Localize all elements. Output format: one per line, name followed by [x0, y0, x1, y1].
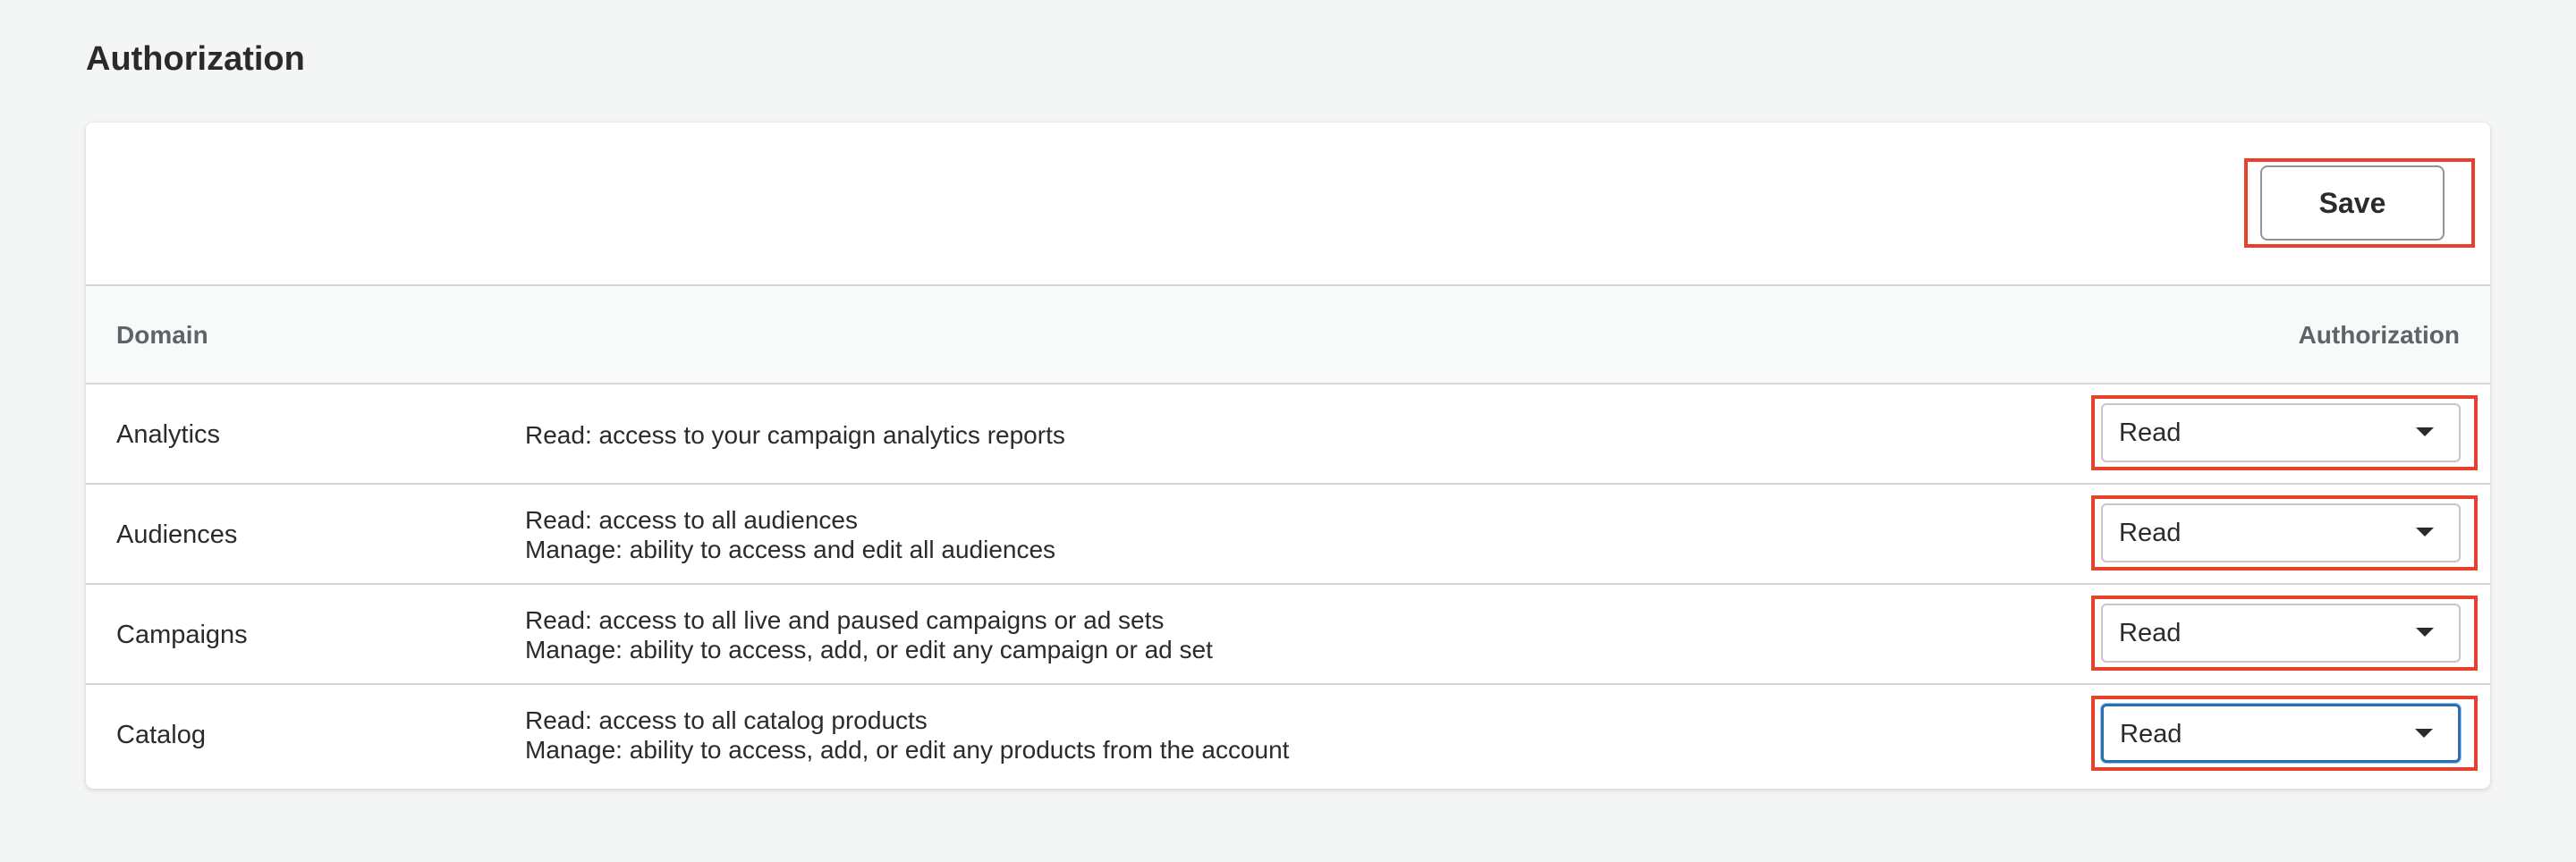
- chevron-down-icon: [2416, 628, 2434, 637]
- save-button[interactable]: Save: [2260, 165, 2445, 241]
- description-line: Read: access to all audiences: [525, 506, 858, 534]
- description-line: Manage: ability to access and edit all a…: [525, 536, 1056, 563]
- authorization-select-analytics[interactable]: Read: [2101, 403, 2461, 462]
- description-line: Read: access to all catalog products: [525, 706, 928, 734]
- description-line: Read: access to all live and paused camp…: [525, 606, 1165, 634]
- domain-name: Audiences: [116, 520, 238, 549]
- table-row-catalog: Catalog Read: access to all catalog prod…: [86, 685, 2490, 785]
- description-line: Read: access to your campaign analytics …: [525, 420, 1065, 449]
- domain-description: Read: access to all live and paused camp…: [525, 585, 1213, 685]
- authorization-select-catalog[interactable]: Read: [2101, 704, 2461, 763]
- select-value: Read: [2120, 720, 2182, 748]
- table-header: Domain Authorization: [86, 286, 2490, 385]
- domain-name: Catalog: [116, 721, 206, 749]
- domain-description: Read: access to all audiences Manage: ab…: [525, 485, 1055, 585]
- chevron-down-icon: [2416, 427, 2434, 436]
- description-line: Manage: ability to access, add, or edit …: [525, 736, 1290, 764]
- select-value: Read: [2119, 418, 2182, 447]
- domain-description: Read: access to your campaign analytics …: [525, 385, 1065, 485]
- table-row-campaigns: Campaigns Read: access to all live and p…: [86, 585, 2490, 685]
- table-row-audiences: Audiences Read: access to all audiences …: [86, 485, 2490, 585]
- chevron-down-icon: [2416, 528, 2434, 537]
- domain-name: Campaigns: [116, 621, 248, 649]
- authorization-select-campaigns[interactable]: Read: [2101, 604, 2461, 663]
- card-toolbar: Save: [86, 123, 2490, 286]
- chevron-down-icon: [2415, 729, 2433, 738]
- page-title: Authorization: [86, 40, 305, 78]
- authorization-select-audiences[interactable]: Read: [2101, 503, 2461, 562]
- select-value: Read: [2119, 619, 2182, 647]
- column-header-authorization: Authorization: [2298, 321, 2460, 349]
- domain-name: Analytics: [116, 420, 221, 449]
- select-value: Read: [2119, 519, 2182, 547]
- authorization-card: Save Domain Authorization Analytics Read…: [86, 123, 2490, 789]
- column-header-domain: Domain: [116, 321, 208, 349]
- table-row-analytics: Analytics Read: access to your campaign …: [86, 385, 2490, 485]
- domain-description: Read: access to all catalog products Man…: [525, 685, 1289, 785]
- description-line: Manage: ability to access, add, or edit …: [525, 636, 1213, 663]
